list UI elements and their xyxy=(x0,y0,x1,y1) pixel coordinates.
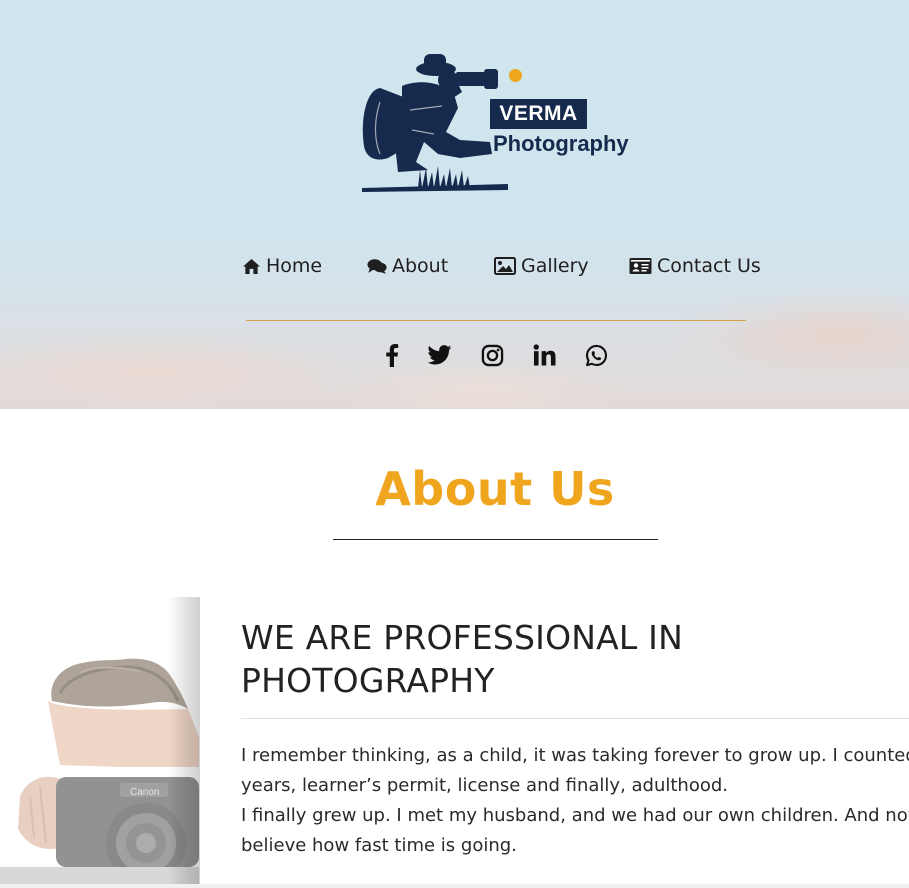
nav-about-label: About xyxy=(392,255,449,277)
paragraph-line: years, learner’s permit, license and fin… xyxy=(241,775,729,796)
logo-text-photography: Photography xyxy=(493,131,629,156)
facebook-icon xyxy=(386,344,399,367)
whatsapp-link[interactable] xyxy=(583,342,609,368)
svg-text:Canon: Canon xyxy=(130,787,159,798)
about-paragraph: I remember thinking, as a child, it was … xyxy=(241,741,909,861)
nav-divider xyxy=(246,320,746,321)
paragraph-line: I remember thinking, as a child, it was … xyxy=(241,745,909,766)
nav-about[interactable]: About xyxy=(367,252,448,280)
about-headline: WE ARE PROFESSIONAL IN PHOTOGRAPHY xyxy=(241,616,881,702)
home-icon xyxy=(243,258,260,274)
comments-icon xyxy=(367,258,387,274)
about-title-underline xyxy=(333,539,658,540)
twitter-icon xyxy=(428,345,452,365)
cloud-decoration xyxy=(0,330,360,409)
id-card-icon xyxy=(629,258,652,274)
nav-gallery[interactable]: Gallery xyxy=(494,252,589,280)
about-headline-line1: WE ARE PROFESSIONAL IN xyxy=(241,618,684,657)
nav-gallery-label: Gallery xyxy=(521,255,589,277)
cloud-decoration xyxy=(660,290,909,380)
linkedin-link[interactable] xyxy=(531,342,557,368)
image-icon xyxy=(494,257,516,275)
instagram-link[interactable] xyxy=(479,342,505,368)
instagram-icon xyxy=(481,344,503,366)
logo-text-verma: VERMA xyxy=(499,102,578,125)
headline-divider xyxy=(241,718,909,719)
facebook-link[interactable] xyxy=(379,342,405,368)
page-bottom-band xyxy=(0,884,909,888)
about-title: About Us xyxy=(375,462,615,516)
nav-contact[interactable]: Contact Us xyxy=(629,252,761,280)
nav-home[interactable]: Home xyxy=(242,252,322,280)
twitter-link[interactable] xyxy=(427,342,453,368)
nav-home-label: Home xyxy=(266,255,323,277)
paragraph-line: I finally grew up. I met my husband, and… xyxy=(241,805,909,826)
logo-accent-dot xyxy=(509,69,522,82)
about-headline-line2: PHOTOGRAPHY xyxy=(241,661,495,700)
whatsapp-icon xyxy=(585,344,607,366)
linkedin-icon xyxy=(533,344,555,366)
image-shadow xyxy=(168,597,200,888)
nav-contact-label: Contact Us xyxy=(657,255,761,277)
paragraph-line: believe how fast time is going. xyxy=(241,835,517,856)
